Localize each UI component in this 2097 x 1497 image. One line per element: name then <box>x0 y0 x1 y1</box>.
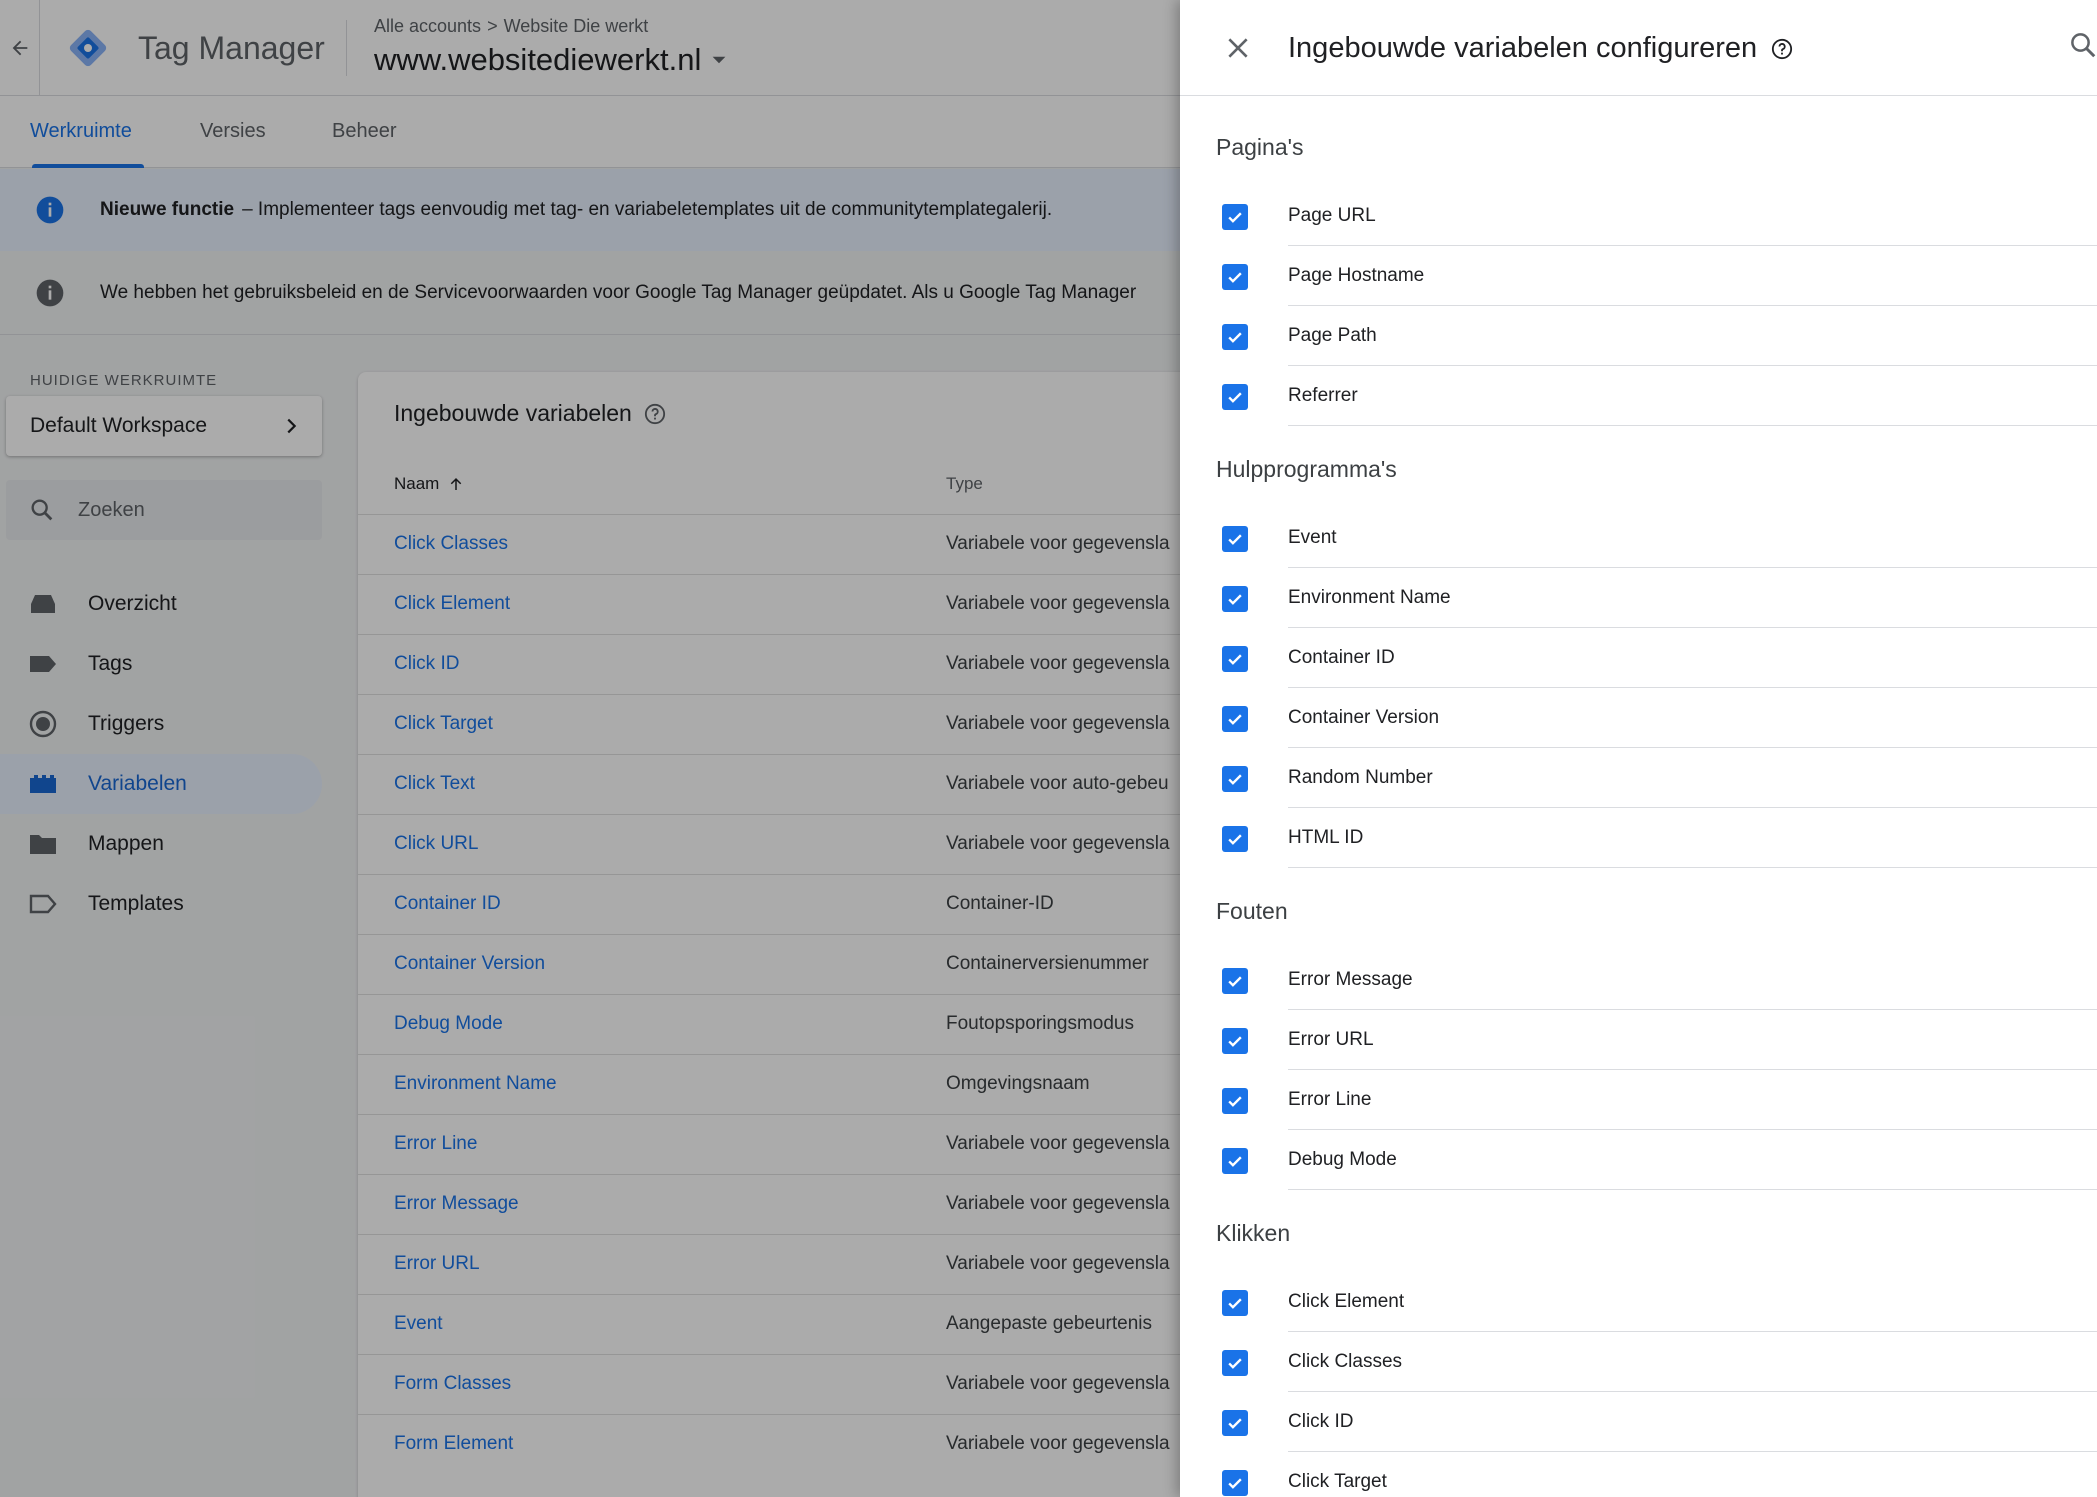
checkbox[interactable] <box>1222 826 1248 852</box>
checkbox[interactable] <box>1222 264 1248 290</box>
variable-checkbox-row[interactable]: Page Path <box>1180 306 2097 366</box>
checkbox[interactable] <box>1222 706 1248 732</box>
checkbox[interactable] <box>1222 1290 1248 1316</box>
variable-checkbox-row[interactable]: Referrer <box>1180 366 2097 426</box>
variable-checkbox-row[interactable]: Error URL <box>1180 1010 2097 1070</box>
checkbox[interactable] <box>1222 384 1248 410</box>
checkbox[interactable] <box>1222 646 1248 672</box>
checkbox[interactable] <box>1222 1148 1248 1174</box>
variable-checkbox-row[interactable]: Click Target <box>1180 1452 2097 1497</box>
configure-builtin-variables-panel: Ingebouwde variabelen configureren Pagin… <box>1180 0 2097 1497</box>
checkbox-label: Debug Mode <box>1288 1149 1397 1170</box>
checkmark-icon <box>1228 1298 1242 1309</box>
checkmark-icon <box>1228 774 1242 785</box>
checkbox[interactable] <box>1222 1350 1248 1376</box>
checkmark-icon <box>1228 1096 1242 1107</box>
checkmark-icon <box>1228 332 1242 343</box>
checkmark-icon <box>1228 654 1242 665</box>
variable-checkbox-row[interactable]: Error Message <box>1180 950 2097 1010</box>
variable-checkbox-row[interactable]: Container Version <box>1180 688 2097 748</box>
variable-checkbox-row[interactable]: Error Line <box>1180 1070 2097 1130</box>
checkbox[interactable] <box>1222 324 1248 350</box>
checkmark-icon <box>1228 834 1242 845</box>
checkbox-label: Random Number <box>1288 767 1433 788</box>
checkmark-icon <box>1228 1036 1242 1047</box>
panel-search-button[interactable] <box>2068 30 2097 65</box>
checkbox[interactable] <box>1222 204 1248 230</box>
checkbox-label: Click Classes <box>1288 1351 1403 1372</box>
checkmark-icon <box>1228 272 1242 283</box>
checkmark-icon <box>1228 212 1242 223</box>
variable-checkbox-row[interactable]: HTML ID <box>1180 808 2097 868</box>
checkmark-icon <box>1228 976 1242 987</box>
variable-checkbox-row[interactable]: Click Classes <box>1180 1332 2097 1392</box>
variable-checkbox-row[interactable]: Container ID <box>1180 628 2097 688</box>
close-button[interactable] <box>1218 28 1258 68</box>
variable-checkbox-row[interactable]: Page URL <box>1180 186 2097 246</box>
checkbox-label: Container ID <box>1288 647 1395 668</box>
checkmark-icon <box>1228 1358 1242 1369</box>
section-title: Klikken <box>1216 1220 1291 1246</box>
checkbox-label: Environment Name <box>1288 587 1451 608</box>
checkbox-label: Error Line <box>1288 1089 1372 1110</box>
checkmark-icon <box>1228 534 1242 545</box>
row-divider <box>1288 1189 2097 1190</box>
help-icon[interactable] <box>1771 38 1793 60</box>
panel-title: Ingebouwde variabelen configureren <box>1288 32 1793 65</box>
checkbox-label: HTML ID <box>1288 827 1364 848</box>
search-icon <box>2071 33 2096 58</box>
checkbox[interactable] <box>1222 968 1248 994</box>
checkbox-label: Event <box>1288 527 1337 548</box>
variable-checkbox-row[interactable]: Random Number <box>1180 748 2097 808</box>
checkbox-label: Page Path <box>1288 325 1377 346</box>
variable-checkbox-row[interactable]: Click ID <box>1180 1392 2097 1452</box>
checkbox-label: Container Version <box>1288 707 1440 728</box>
variable-checkbox-row[interactable]: Environment Name <box>1180 568 2097 628</box>
section-title: Hulpprogramma's <box>1216 456 1397 482</box>
checkbox-label: Page URL <box>1288 205 1376 226</box>
checkmark-icon <box>1228 714 1242 725</box>
checkmark-icon <box>1228 1478 1242 1489</box>
checkbox[interactable] <box>1222 526 1248 552</box>
checkbox-label: Click ID <box>1288 1411 1354 1432</box>
checkmark-icon <box>1228 392 1242 403</box>
checkbox-label: Error Message <box>1288 969 1413 990</box>
checkbox-label: Error URL <box>1288 1029 1374 1050</box>
checkbox[interactable] <box>1222 1088 1248 1114</box>
close-icon <box>1228 38 1248 58</box>
variable-checkbox-row[interactable]: Page Hostname <box>1180 246 2097 306</box>
checkbox[interactable] <box>1222 1470 1248 1496</box>
checkbox-label: Click Target <box>1288 1471 1387 1492</box>
checkbox-label: Page Hostname <box>1288 265 1425 286</box>
variable-checkbox-row[interactable]: Click Element <box>1180 1272 2097 1332</box>
checkbox[interactable] <box>1222 1028 1248 1054</box>
row-divider <box>1288 867 2097 868</box>
checkbox[interactable] <box>1222 766 1248 792</box>
row-divider <box>1288 425 2097 426</box>
panel-title-text: Ingebouwde variabelen configureren <box>1288 32 1758 64</box>
checkmark-icon <box>1228 1418 1242 1429</box>
checkbox-label: Click Element <box>1288 1291 1405 1312</box>
checkbox[interactable] <box>1222 586 1248 612</box>
checkmark-icon <box>1228 594 1242 605</box>
checkmark-icon <box>1228 1156 1242 1167</box>
panel-header: Ingebouwde variabelen configureren <box>1180 0 2097 96</box>
variable-checkbox-row[interactable]: Debug Mode <box>1180 1130 2097 1190</box>
checkbox[interactable] <box>1222 1410 1248 1436</box>
checkbox-label: Referrer <box>1288 385 1358 406</box>
section-title: Fouten <box>1216 898 1288 924</box>
variable-checkbox-row[interactable]: Event <box>1180 508 2097 568</box>
section-title: Pagina's <box>1216 134 1304 160</box>
